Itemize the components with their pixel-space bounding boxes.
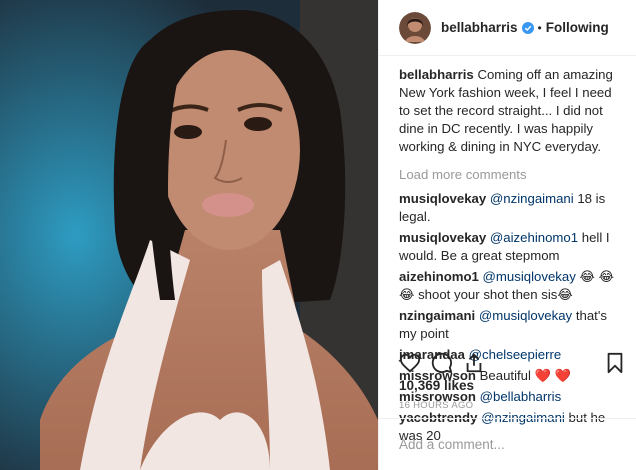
add-comment-bar — [379, 418, 636, 470]
comment-mention[interactable]: @musiqlovekay — [479, 308, 572, 323]
share-icon[interactable] — [463, 352, 485, 374]
comment-mention[interactable]: @musiqlovekay — [483, 269, 576, 284]
comment-mention[interactable]: @nzingaimani — [490, 191, 574, 206]
load-more-comments-link[interactable]: Load more comments — [399, 166, 626, 184]
comment-username[interactable]: musiqlovekay — [399, 230, 486, 245]
comment-item: musiqlovekay @aizehinomo1 hell I would. … — [399, 229, 626, 265]
separator-dot: • — [537, 20, 542, 35]
post-details-panel: bellabharris • Following bellabharris Co… — [378, 0, 636, 470]
comment-username[interactable]: musiqlovekay — [399, 191, 486, 206]
post-photo[interactable] — [0, 0, 378, 470]
comment-icon[interactable] — [431, 352, 453, 374]
post-caption: bellabharris Coming off an amazing New Y… — [399, 66, 626, 156]
comment-item: nzingaimani @musiqlovekay that's my poin… — [399, 307, 626, 343]
woman-portrait-image — [0, 0, 378, 470]
comment-username[interactable]: aizehinomo1 — [399, 269, 479, 284]
post-actions-bar — [399, 350, 626, 376]
comment-username[interactable]: nzingaimani — [399, 308, 475, 323]
comment-input[interactable] — [399, 437, 619, 452]
comment-item: aizehinomo1 @musiqlovekay 😂 😂 😂 shoot yo… — [399, 268, 626, 304]
comment-mention[interactable]: @bellabharris — [480, 389, 562, 404]
comment-mention[interactable]: @aizehinomo1 — [490, 230, 578, 245]
likes-count[interactable]: 10,369 likes — [399, 378, 474, 393]
heart-icon[interactable] — [399, 352, 421, 374]
caption-username[interactable]: bellabharris — [399, 67, 474, 82]
comment-item: musiqlovekay @nzingaimani 18 is legal. — [399, 190, 626, 226]
post-timestamp[interactable]: 16 HOURS AGO — [399, 400, 473, 411]
bookmark-icon[interactable] — [604, 352, 626, 374]
post-header: bellabharris • Following — [379, 0, 636, 56]
avatar[interactable] — [399, 11, 431, 44]
following-button[interactable]: Following — [546, 20, 609, 35]
verified-badge-icon — [521, 21, 534, 34]
header-username[interactable]: bellabharris — [441, 20, 518, 35]
